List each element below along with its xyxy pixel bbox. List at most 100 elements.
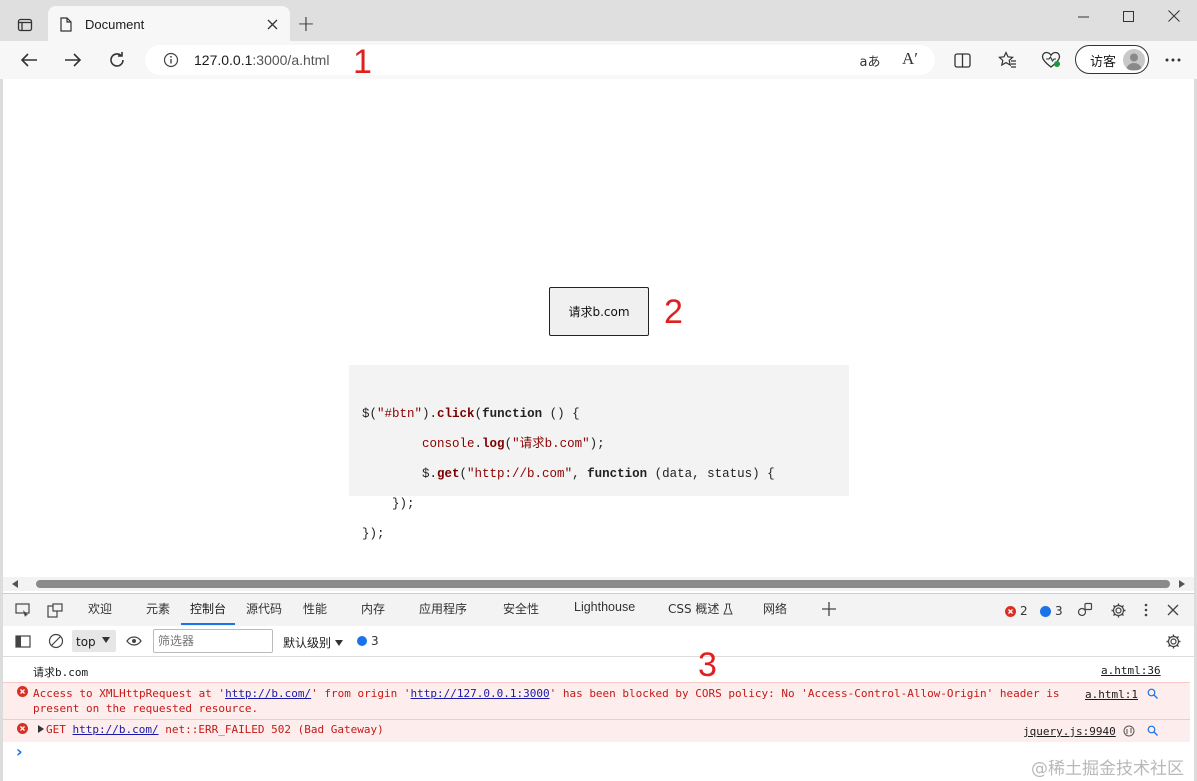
- tab-application[interactable]: 应用程序: [419, 600, 467, 617]
- clear-console-icon[interactable]: [45, 631, 67, 651]
- scroll-left-icon[interactable]: [9, 578, 21, 590]
- new-tab-button[interactable]: +: [295, 12, 317, 37]
- tab-css-overview-label: CSS 概述: [668, 602, 720, 616]
- translate-icon[interactable]: aあ: [857, 50, 883, 70]
- tab-security[interactable]: 安全性: [503, 600, 539, 617]
- messages-count: 3: [371, 634, 379, 648]
- log-levels-label: 默认级别: [283, 636, 332, 650]
- issues-icon[interactable]: [1074, 600, 1096, 620]
- annotation-1: 1: [353, 43, 372, 81]
- search-icon-2[interactable]: [1145, 723, 1159, 737]
- close-devtools-icon[interactable]: [1163, 600, 1183, 620]
- tab-lighthouse[interactable]: Lighthouse: [574, 600, 635, 614]
- add-tab-icon[interactable]: [819, 599, 839, 619]
- more-menu-icon[interactable]: [1161, 49, 1185, 71]
- read-aloud-icon[interactable]: Aʹ: [897, 48, 923, 70]
- document-icon: [58, 15, 74, 33]
- message-icon: [1040, 605, 1051, 617]
- error-count-badge[interactable]: 2: [1005, 602, 1031, 620]
- tab-sources[interactable]: 源代码: [246, 600, 282, 617]
- log-levels-dropdown[interactable]: 默认级别: [283, 634, 343, 651]
- error-icon-2: [17, 723, 28, 734]
- messages-icon: [357, 636, 367, 646]
- request-button[interactable]: 请求b.com: [549, 287, 649, 336]
- chevron-down-icon: [102, 637, 110, 643]
- url-path: :3000/a.html: [252, 52, 330, 68]
- get-source-link[interactable]: jquery.js:9940: [1023, 725, 1116, 738]
- levels-chevron-icon: [334, 640, 343, 646]
- annotation-3: 3: [698, 646, 717, 684]
- code-line-2: console.log("请求b.com");: [422, 437, 605, 451]
- minimize-icon[interactable]: [1072, 8, 1094, 26]
- annotation-2: 2: [664, 293, 683, 331]
- error-count: 2: [1020, 604, 1028, 618]
- tab-css-overview[interactable]: CSS 概述: [668, 600, 734, 618]
- favorites-icon[interactable]: [994, 48, 1020, 72]
- search-icon[interactable]: [1145, 686, 1159, 700]
- site-info-icon[interactable]: [162, 51, 180, 69]
- watermark: @稀土掘金技术社区: [1031, 759, 1184, 779]
- live-expression-icon[interactable]: [124, 632, 144, 650]
- cors-origin-link[interactable]: http://127.0.0.1:3000: [411, 687, 550, 700]
- request-button-label: 请求b.com: [568, 305, 630, 319]
- tab-actions-icon[interactable]: [12, 12, 38, 38]
- scroll-right-icon[interactable]: [1176, 578, 1188, 590]
- forward-icon[interactable]: [60, 48, 86, 72]
- tab-memory[interactable]: 内存: [361, 600, 385, 617]
- maximize-icon[interactable]: [1117, 7, 1139, 25]
- info-count-badge[interactable]: 3: [1040, 602, 1066, 620]
- filter-input[interactable]: [153, 629, 273, 653]
- tab-network[interactable]: 网络: [763, 600, 787, 617]
- inspect-icon[interactable]: [12, 600, 34, 620]
- error-icon: [17, 686, 28, 697]
- get-method: GET: [46, 723, 66, 736]
- tab-console[interactable]: 控制台: [190, 600, 226, 617]
- settings-icon[interactable]: [1107, 599, 1129, 621]
- console-log-text: 请求b.com: [33, 666, 89, 679]
- device-emulation-icon[interactable]: [44, 600, 66, 620]
- tab-elements[interactable]: 元素: [146, 600, 170, 617]
- messages-count-badge[interactable]: 3: [357, 633, 383, 649]
- tab-welcome[interactable]: 欢迎: [88, 600, 112, 617]
- expand-triangle-icon[interactable]: [38, 725, 44, 733]
- code-line-3: $.get("http://b.com", function (data, st…: [362, 467, 775, 481]
- flask-icon: [723, 603, 734, 618]
- close-tab-icon[interactable]: [263, 15, 281, 33]
- avatar: [1123, 49, 1145, 71]
- code-line-4: });: [362, 497, 415, 511]
- back-icon[interactable]: [16, 48, 42, 72]
- refresh-icon[interactable]: [104, 48, 130, 72]
- cors-error-url-link[interactable]: http://b.com/: [225, 687, 311, 700]
- cors-source-link[interactable]: a.html:1: [1085, 688, 1138, 701]
- info-count: 3: [1055, 604, 1063, 618]
- browser-essentials-icon[interactable]: [1038, 48, 1064, 72]
- cors-error-text: Access to XMLHttpRequest at 'http://b.co…: [33, 686, 1060, 716]
- network-request-icon[interactable]: [1122, 724, 1136, 738]
- code-line-1: $("#btn").click(function () {: [362, 407, 580, 421]
- profile-label: 访客: [1090, 55, 1117, 70]
- split-screen-icon[interactable]: [950, 49, 974, 71]
- url-text[interactable]: 127.0.0.1:3000/a.html: [194, 52, 329, 68]
- code-line-5: });: [362, 527, 385, 541]
- get-error-rest: net::ERR_FAILED 502 (Bad Gateway): [158, 723, 384, 736]
- cors-error-mid: ' from origin ': [311, 687, 411, 700]
- context-select-value: top: [76, 635, 96, 649]
- active-tab-indicator: [181, 623, 235, 625]
- cors-error-suffix: ' has been blocked by CORS policy: No 'A…: [549, 687, 1060, 700]
- tab-performance[interactable]: 性能: [303, 600, 327, 617]
- scrollbar-thumb[interactable]: [36, 580, 1170, 588]
- console-prompt-icon[interactable]: ›: [16, 742, 23, 761]
- close-window-icon[interactable]: [1163, 7, 1185, 25]
- cors-error-line2: present on the requested resource.: [33, 702, 259, 715]
- log-source-link[interactable]: a.html:36: [1101, 664, 1161, 677]
- devtools-more-icon[interactable]: [1137, 600, 1155, 620]
- console-input[interactable]: [30, 744, 1010, 764]
- console-settings-icon[interactable]: [1162, 630, 1184, 652]
- tab-title: Document: [85, 17, 145, 32]
- sidebar-toggle-icon[interactable]: [12, 631, 34, 651]
- error-badge-icon: [1005, 605, 1016, 617]
- code-text: $("#btn").click(function () { console.lo…: [362, 392, 775, 557]
- cors-error-prefix: Access to XMLHttpRequest at ': [33, 687, 226, 700]
- url-host: 127.0.0.1: [194, 52, 253, 68]
- get-url-link[interactable]: http://b.com/: [73, 723, 159, 736]
